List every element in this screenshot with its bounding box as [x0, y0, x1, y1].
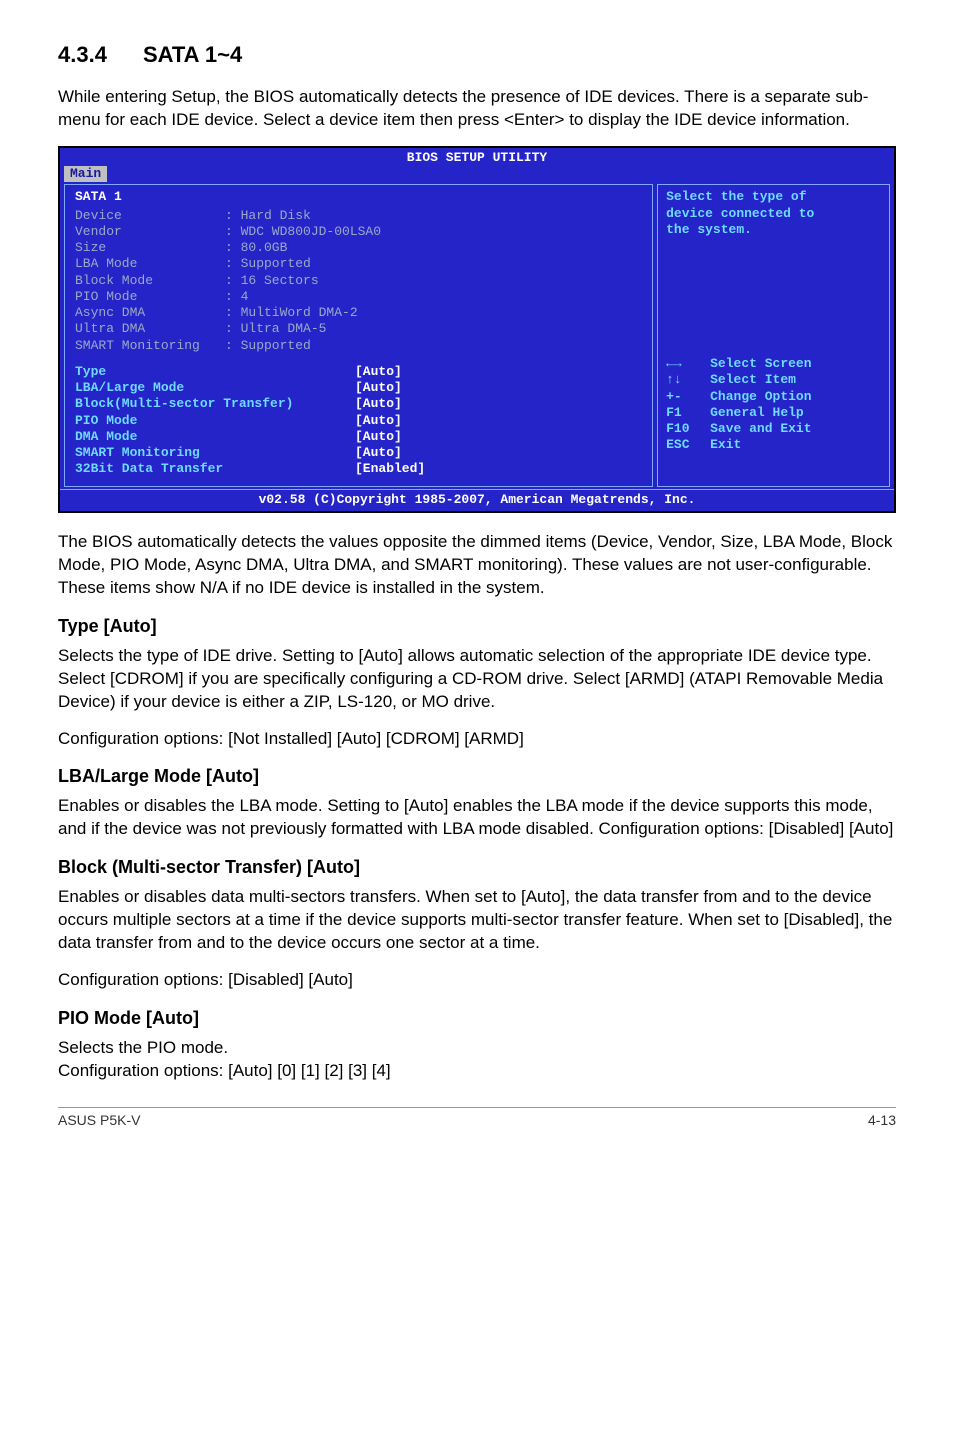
bios-hint-line: the system. [666, 222, 881, 238]
lba-paragraph: Enables or disables the LBA mode. Settin… [58, 795, 896, 841]
bios-info-row: SMART Monitoring: Supported [75, 338, 642, 354]
block-paragraph: Enables or disables data multi-sectors t… [58, 886, 896, 955]
bios-footer: v02.58 (C)Copyright 1985-2007, American … [60, 489, 894, 511]
bios-field-row[interactable]: SMART Monitoring[Auto] [75, 445, 642, 461]
bios-field-row[interactable]: PIO Mode[Auto] [75, 413, 642, 429]
bios-help-row: ESCExit [666, 437, 881, 453]
bios-title: BIOS SETUP UTILITY [60, 148, 894, 166]
bios-screenshot: BIOS SETUP UTILITY Main SATA 1 Device: H… [58, 146, 896, 513]
arrows-ud-icon: ↑↓ [666, 372, 710, 388]
pio-options: Configuration options: [Auto] [0] [1] [2… [58, 1060, 896, 1083]
type-paragraph: Selects the type of IDE drive. Setting t… [58, 645, 896, 714]
pio-heading: PIO Mode [Auto] [58, 1008, 896, 1029]
section-number: 4.3.4 [58, 42, 107, 67]
bios-help-row: F10Save and Exit [666, 421, 881, 437]
bios-tab-main[interactable]: Main [64, 166, 107, 182]
block-options: Configuration options: [Disabled] [Auto] [58, 969, 896, 992]
bios-hint-line: device connected to [666, 206, 881, 222]
bios-info-row: Size: 80.0GB [75, 240, 642, 256]
bios-field-row[interactable]: Block(Multi-sector Transfer)[Auto] [75, 396, 642, 412]
bios-hint-line: Select the type of [666, 189, 881, 205]
bios-field-row[interactable]: DMA Mode[Auto] [75, 429, 642, 445]
bios-info-row: Async DMA: MultiWord DMA-2 [75, 305, 642, 321]
intro-paragraph: While entering Setup, the BIOS automatic… [58, 86, 896, 132]
footer-left: ASUS P5K-V [58, 1112, 140, 1128]
bios-left-panel: SATA 1 Device: Hard Disk Vendor: WDC WD8… [64, 184, 653, 486]
pio-paragraph: Selects the PIO mode. [58, 1037, 896, 1060]
lba-heading: LBA/Large Mode [Auto] [58, 766, 896, 787]
footer-page-number: 4-13 [868, 1112, 896, 1128]
bios-help-row: ←→Select Screen [666, 356, 881, 372]
bios-field-row[interactable]: 32Bit Data Transfer[Enabled] [75, 461, 642, 477]
bios-info-row: Block Mode: 16 Sectors [75, 273, 642, 289]
bios-field-row[interactable]: LBA/Large Mode[Auto] [75, 380, 642, 396]
bios-info-row: Vendor: WDC WD800JD-00LSA0 [75, 224, 642, 240]
block-heading: Block (Multi-sector Transfer) [Auto] [58, 857, 896, 878]
page-footer: ASUS P5K-V 4-13 [58, 1107, 896, 1128]
bios-panel-title: SATA 1 [75, 189, 642, 205]
section-heading: 4.3.4 SATA 1~4 [58, 42, 896, 68]
bios-info-row: Ultra DMA: Ultra DMA-5 [75, 321, 642, 337]
bios-info-row: Device: Hard Disk [75, 208, 642, 224]
bios-help-row: F1General Help [666, 405, 881, 421]
type-options: Configuration options: [Not Installed] [… [58, 728, 896, 751]
bios-field-row[interactable]: Type[Auto] [75, 364, 642, 380]
bios-help-row: +-Change Option [666, 389, 881, 405]
section-title: SATA 1~4 [143, 42, 242, 67]
arrows-lr-icon: ←→ [666, 356, 710, 372]
after-bios-paragraph: The BIOS automatically detects the value… [58, 531, 896, 600]
bios-right-panel: Select the type of device connected to t… [657, 184, 890, 486]
bios-help-row: ↑↓Select Item [666, 372, 881, 388]
type-heading: Type [Auto] [58, 616, 896, 637]
bios-info-row: PIO Mode: 4 [75, 289, 642, 305]
bios-info-row: LBA Mode: Supported [75, 256, 642, 272]
bios-tab-row: Main [60, 166, 894, 184]
